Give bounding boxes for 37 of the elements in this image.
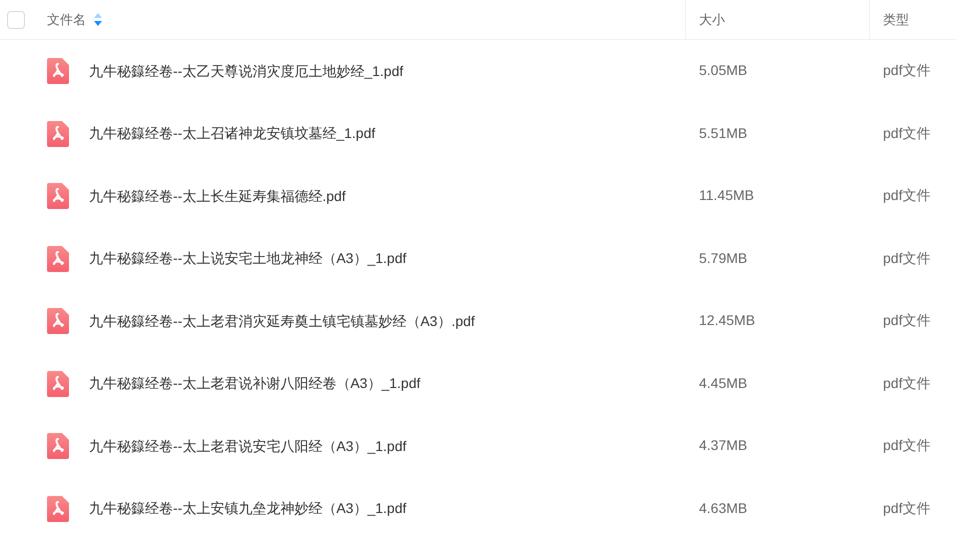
file-type: pdf文件	[883, 187, 930, 204]
file-size: 4.63MB	[699, 500, 748, 516]
file-name[interactable]: 九牛秘籙经卷--太上老君说补谢八阳经卷（A3）_1.pdf	[89, 373, 420, 394]
pdf-file-icon	[47, 120, 69, 147]
file-size: 5.51MB	[699, 124, 748, 141]
file-type: pdf文件	[883, 500, 930, 516]
file-name[interactable]: 九牛秘籙经卷--太上召诸神龙安镇坟墓经_1.pdf	[89, 123, 376, 144]
file-name[interactable]: 九牛秘籙经卷--太上长生延寿集福德经.pdf	[89, 186, 346, 207]
file-size: 5.79MB	[699, 250, 748, 266]
pdf-file-icon	[47, 183, 69, 210]
file-name[interactable]: 九牛秘籙经卷--太上说安宅土地龙神经（A3）_1.pdf	[89, 248, 406, 270]
pdf-file-icon	[47, 308, 69, 334]
file-type: pdf文件	[883, 437, 930, 454]
pdf-file-icon	[47, 496, 69, 522]
pdf-file-icon	[47, 246, 69, 272]
column-header[interactable]: 大小	[699, 10, 725, 30]
file-type: pdf文件	[883, 374, 930, 391]
file-name[interactable]: 九牛秘籙经卷--太乙天尊说消灾度厄土地妙经_1.pdf	[89, 60, 404, 82]
pdf-file-icon	[47, 58, 69, 84]
file-name[interactable]: 九牛秘籙经卷--太上老君消灾延寿奠土镇宅镇墓妙经（A3）.pdf	[89, 310, 475, 332]
select-all-checkbox[interactable]	[7, 10, 25, 28]
file-size: 11.45MB	[699, 187, 754, 204]
file-type: pdf文件	[883, 312, 930, 328]
file-type: pdf文件	[883, 124, 930, 141]
column-header[interactable]: 类型	[883, 10, 909, 30]
pdf-file-icon	[47, 433, 69, 460]
file-size: 4.37MB	[699, 437, 748, 454]
file-type: pdf文件	[883, 250, 930, 266]
sort-icon[interactable]	[94, 13, 102, 26]
file-name[interactable]: 九牛秘籙经卷--太上老君说安宅八阳经（A3）_1.pdf	[89, 436, 406, 457]
column-header[interactable]: 文件名	[47, 10, 86, 30]
file-size: 4.45MB	[699, 374, 748, 391]
file-type: pdf文件	[883, 62, 930, 78]
pdf-file-icon	[47, 370, 69, 397]
file-size: 5.05MB	[699, 62, 748, 78]
file-name[interactable]: 九牛秘籙经卷--太上安镇九垒龙神妙经（A3）_1.pdf	[89, 498, 406, 520]
file-size: 12.45MB	[699, 312, 756, 328]
